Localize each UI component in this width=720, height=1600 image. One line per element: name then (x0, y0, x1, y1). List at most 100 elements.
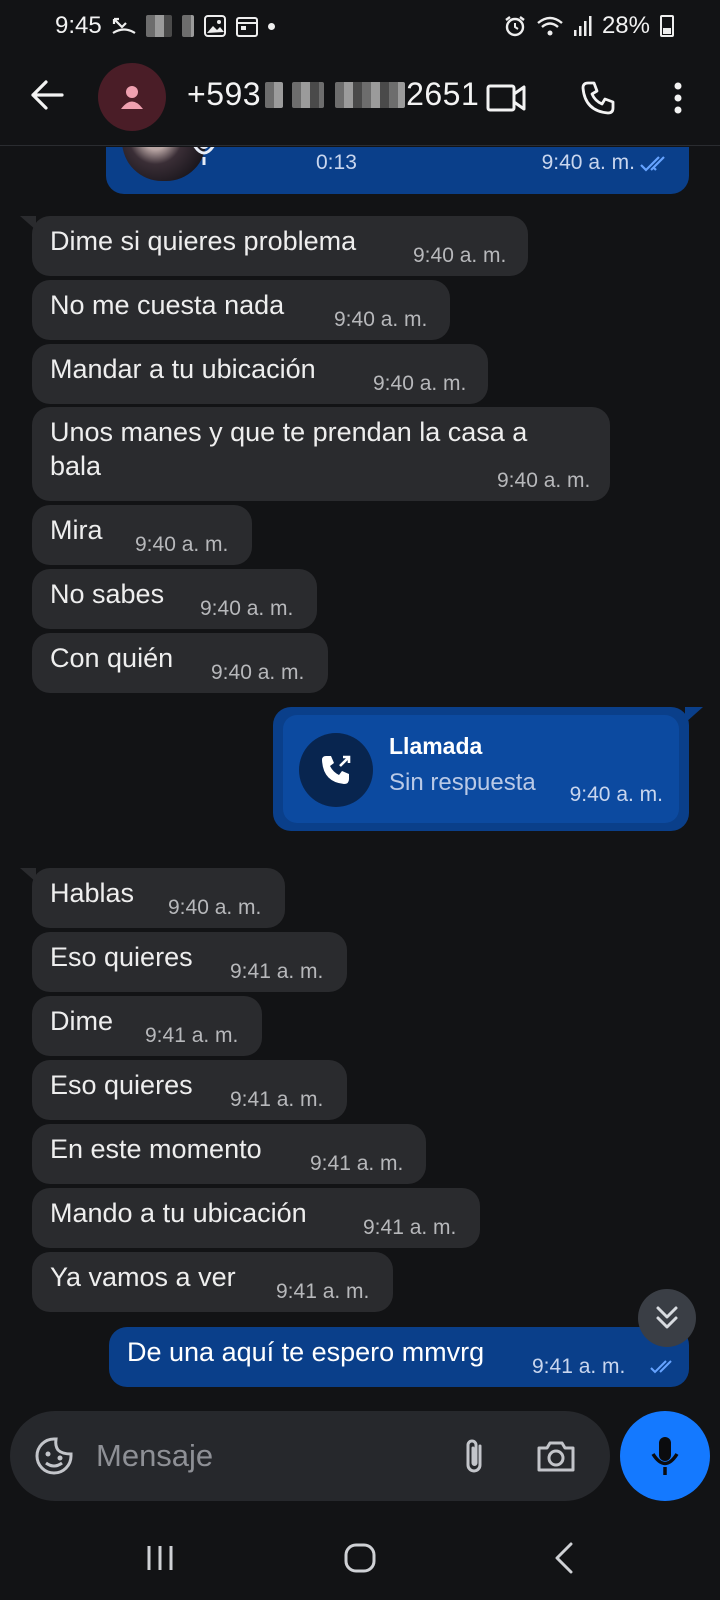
home-button[interactable] (338, 1536, 382, 1580)
blurred-digits (265, 81, 284, 108)
camera-button[interactable] (534, 1434, 578, 1478)
message-bubble[interactable]: Unos manes y que te prendan la casa a ba… (32, 407, 610, 501)
call-card-inner: Llamada Sin respuesta 9:40 a. m. (283, 715, 679, 823)
blurred-digits (335, 81, 406, 108)
message-text: Unos manes y que te prendan la casa a (50, 417, 528, 447)
message-time: 9:41 a. m. (532, 1355, 626, 1378)
read-checkmarks-icon (640, 156, 665, 172)
wifi-icon (537, 16, 563, 36)
double-chevron-down-icon (656, 1306, 678, 1329)
message-bubble[interactable]: Mando a tu ubicación 9:41 a. m. (32, 1188, 480, 1248)
message-bubble[interactable]: Con quién 9:40 a. m. (32, 633, 328, 693)
status-right: 28% (504, 12, 674, 40)
message-bubble[interactable]: Eso quieres 9:41 a. m. (32, 932, 347, 992)
voice-call-button[interactable] (576, 76, 620, 120)
contact-name[interactable]: +593 2651 (187, 76, 479, 113)
back-button[interactable] (28, 76, 66, 114)
voice-duration: 0:13 (316, 151, 357, 174)
message-time: 9:40 a. m. (497, 469, 591, 492)
message-bubble[interactable]: Eso quieres 9:41 a. m. (32, 1060, 347, 1120)
blurred-digits (292, 81, 325, 108)
recent-apps-button[interactable] (138, 1536, 182, 1580)
message-time: 9:40 a. m. (541, 151, 635, 174)
status-time: 9:45 (55, 12, 102, 39)
avatar[interactable] (98, 63, 166, 131)
message-time: 9:40 a. m. (569, 783, 663, 806)
message-time: 9:41 a. m. (310, 1152, 404, 1175)
message-time: 9:41 a. m. (145, 1024, 239, 1047)
message-time: 9:40 a. m. (200, 597, 294, 620)
chat-header: +593 2651 (0, 52, 720, 146)
contact-prefix: +593 (187, 76, 262, 112)
calendar-icon (235, 17, 258, 37)
call-card[interactable]: Llamada Sin respuesta 9:40 a. m. (273, 707, 703, 831)
outgoing-call-icon (322, 755, 351, 784)
voice-message-bubble[interactable]: 0:13 9:40 a. m. (106, 147, 689, 194)
blurred-notification-icon (145, 15, 172, 37)
attach-button[interactable] (453, 1434, 497, 1478)
gallery-icon (203, 15, 226, 37)
call-title: Llamada (389, 733, 483, 759)
message-text: Mira (50, 515, 103, 545)
bubble-tail (685, 707, 703, 723)
signal-icon (573, 16, 592, 36)
message-bubble[interactable]: Mandar a tu ubicación 9:40 a. m. (32, 344, 488, 404)
message-bubble[interactable]: Hablas 9:40 a. m. (20, 868, 285, 928)
message-bubble[interactable]: No sabes 9:40 a. m. (32, 569, 317, 629)
message-time: 9:41 a. m. (230, 960, 324, 983)
message-text: Mando a tu ubicación (50, 1198, 307, 1228)
call-status: Sin respuesta (389, 769, 536, 796)
message-time: 9:40 a. m. (373, 372, 467, 395)
message-time: 9:40 a. m. (168, 896, 262, 919)
message-time: 9:41 a. m. (276, 1280, 370, 1303)
message-text: Mandar a tu ubicación (50, 354, 316, 384)
message-bubble[interactable]: En este momento 9:41 a. m. (32, 1124, 426, 1184)
status-left: 9:45 (55, 12, 275, 40)
battery-percent: 28% (601, 12, 650, 39)
more-notifications-dot (267, 22, 275, 30)
read-checkmarks-icon (650, 1360, 672, 1374)
message-time: 9:40 a. m. (413, 244, 507, 267)
chevron-left-icon (555, 1542, 573, 1574)
message-bubble[interactable]: Dime si quieres problema 9:40 a. m. (20, 216, 528, 276)
message-time: 9:40 a. m. (211, 661, 305, 684)
camera-icon (537, 1441, 575, 1472)
message-text: Eso quieres (50, 942, 193, 972)
sent-message-bubble[interactable]: De una aquí te espero mmvrg 9:41 a. m. (109, 1327, 689, 1387)
message-time: 9:40 a. m. (334, 308, 428, 331)
phone-icon (581, 81, 615, 115)
contact-suffix: 2651 (406, 76, 480, 112)
scroll-to-bottom-button[interactable] (638, 1289, 696, 1347)
status-bar: 9:45 28% (0, 0, 720, 52)
message-text: De una aquí te espero mmvrg (127, 1337, 485, 1367)
message-text: En este momento (50, 1134, 262, 1164)
message-list[interactable]: 0:13 9:40 a. m. Dime si quieres problema… (0, 147, 720, 1410)
person-icon (121, 86, 143, 109)
system-navigation-bar (0, 1518, 720, 1600)
microphone-icon (651, 1437, 679, 1475)
sticker-emoji-icon (35, 1437, 73, 1475)
message-time: 9:41 a. m. (230, 1088, 324, 1111)
missed-call-icon (112, 17, 136, 34)
message-bubble[interactable]: Dime 9:41 a. m. (32, 996, 262, 1056)
back-arrow-icon (31, 80, 64, 110)
recent-apps-icon (147, 1546, 173, 1570)
message-input[interactable] (96, 1433, 416, 1479)
message-text: bala (50, 451, 102, 481)
message-composer (10, 1411, 610, 1501)
video-call-icon (486, 84, 526, 112)
message-bubble[interactable]: Ya vamos a ver 9:41 a. m. (32, 1252, 393, 1312)
message-bubble[interactable]: Mira 9:40 a. m. (32, 505, 252, 565)
message-text: Dime si quieres problema (50, 226, 357, 256)
battery-icon (660, 15, 674, 37)
home-icon (344, 1543, 376, 1573)
sticker-button[interactable] (32, 1434, 76, 1478)
more-options-button[interactable] (656, 76, 700, 120)
record-voice-button[interactable] (620, 1411, 710, 1501)
message-time: 9:41 a. m. (363, 1216, 457, 1239)
message-bubble[interactable]: No me cuesta nada 9:40 a. m. (32, 280, 450, 340)
video-call-button[interactable] (484, 76, 528, 120)
microphone-icon (193, 147, 215, 165)
back-nav-button[interactable] (542, 1536, 586, 1580)
more-vert-icon (674, 82, 682, 114)
